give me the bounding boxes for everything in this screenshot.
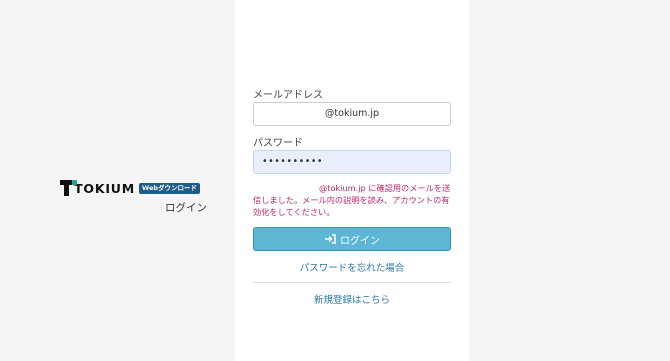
password-field[interactable]: •••••••••• <box>253 150 451 174</box>
register-link[interactable]: 新規登録はこちら <box>253 292 451 306</box>
logo: TOKIUM Webダウンロード <box>60 180 200 196</box>
login-button-label: ログイン <box>340 235 380 247</box>
login-panel <box>235 0 469 361</box>
confirmation-message-text: @tokium.jp に確認用のメールを送信しました。メール内の説明を読み、アカ… <box>253 183 451 217</box>
login-arrow-icon <box>325 234 336 244</box>
tokium-logo-icon <box>60 180 77 196</box>
forgot-password-link[interactable]: パスワードを忘れた場合 <box>253 260 451 274</box>
email-label: メールアドレス <box>253 90 323 101</box>
email-field[interactable]: @tokium.jp <box>253 102 451 126</box>
divider <box>253 282 451 283</box>
password-label: パスワード <box>253 138 303 149</box>
product-badge: Webダウンロード <box>139 182 200 194</box>
brand: TOKIUM Webダウンロード ログイン <box>60 180 207 214</box>
login-button[interactable]: ログイン <box>253 227 451 251</box>
confirmation-message: @tokium.jp に確認用のメールを送信しました。メール内の説明を読み、アカ… <box>253 182 453 218</box>
page-subtitle: ログイン <box>165 202 207 214</box>
logo-text: TOKIUM <box>74 180 135 196</box>
